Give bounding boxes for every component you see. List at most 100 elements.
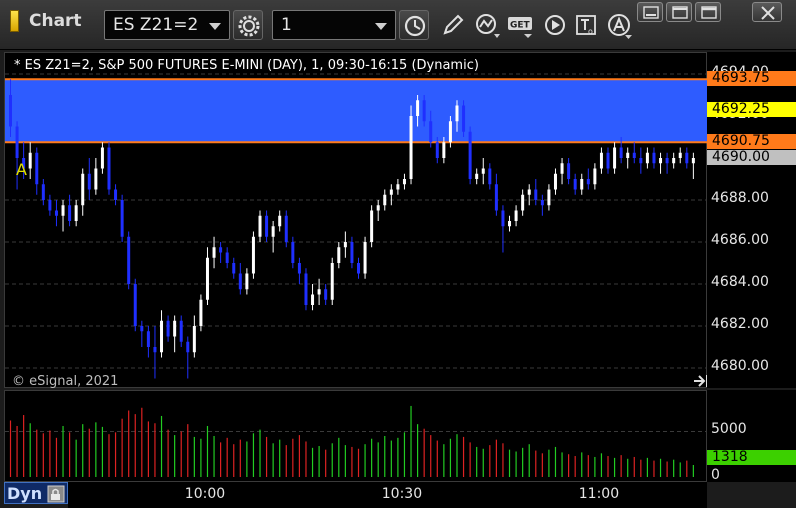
candle-body	[74, 205, 78, 221]
candle	[409, 105, 413, 185]
candle	[81, 168, 85, 216]
chart-header: * ES Z21=2, S&P 500 FUTURES E-MINI (DAY)…	[14, 58, 479, 73]
candle-body	[521, 194, 525, 211]
candle-body	[350, 242, 354, 263]
candle	[258, 210, 262, 242]
symbol-select[interactable]: ES Z21=2	[104, 10, 230, 40]
candle	[580, 173, 584, 195]
candle-body	[639, 158, 643, 164]
draw-tool-button[interactable]	[438, 10, 468, 40]
candle-body	[645, 152, 649, 164]
candle-body	[691, 158, 695, 164]
text-tool-button[interactable]: o	[572, 10, 602, 40]
candle	[521, 189, 525, 216]
candle-body	[514, 210, 518, 221]
restore-icon	[672, 6, 688, 19]
interval-select[interactable]: 1	[272, 10, 396, 40]
candle-body	[343, 242, 347, 248]
candle	[317, 278, 321, 305]
time-template-button[interactable]	[399, 10, 429, 40]
candle	[87, 158, 91, 200]
candle-body	[383, 194, 387, 206]
alert-marker[interactable]: A	[16, 160, 27, 179]
candle-body	[251, 236, 255, 274]
get-icon: GET	[508, 17, 532, 38]
candle-body	[468, 131, 472, 179]
candle	[514, 205, 518, 227]
candle-body	[619, 147, 623, 158]
studies-button[interactable]	[472, 10, 502, 40]
price-pane[interactable]: * ES Z21=2, S&P 500 FUTURES E-MINI (DAY)…	[4, 52, 708, 389]
chevron-down-icon[interactable]	[209, 23, 221, 30]
candle-body	[219, 247, 223, 253]
candle-body	[192, 326, 196, 353]
dynamic-mode-button[interactable]: Dyn	[4, 482, 68, 504]
candle	[146, 326, 150, 358]
candle	[297, 257, 301, 284]
candle-body	[166, 320, 170, 337]
candle	[383, 189, 387, 211]
candle-body	[87, 173, 91, 190]
candle	[626, 147, 630, 169]
candle	[35, 147, 39, 195]
candle-body	[297, 263, 301, 274]
alert-button[interactable]	[604, 10, 634, 40]
candle-body	[416, 100, 420, 116]
candle	[304, 268, 308, 311]
candle	[402, 173, 406, 190]
svg-text:o: o	[588, 27, 593, 36]
candle-body	[573, 179, 577, 190]
restore-button[interactable]	[666, 2, 692, 22]
volume-pane[interactable]	[4, 390, 708, 482]
candle-body	[324, 289, 328, 300]
pencil-draw-icon	[443, 14, 464, 35]
candle-body	[212, 247, 216, 258]
candle-body	[330, 263, 334, 300]
candle-body	[133, 284, 137, 326]
time-axis[interactable]: 10:00 10:30 11:00	[68, 482, 707, 508]
candle	[205, 247, 209, 305]
price-axis[interactable]: 4694.004692.004688.004686.004684.004682.…	[707, 52, 796, 388]
price-tick-label: 4682.00	[711, 316, 769, 332]
get-data-button[interactable]: GET	[506, 10, 536, 40]
candle-body	[41, 184, 45, 200]
settings-button[interactable]	[233, 10, 263, 40]
candle-body	[107, 147, 111, 190]
candle-body	[160, 320, 164, 353]
candle-body	[127, 236, 131, 284]
close-button[interactable]	[752, 2, 782, 22]
volume-tick-label: 0	[711, 467, 720, 483]
volume-last-tag: 1318	[707, 449, 796, 465]
candle-body	[593, 168, 597, 185]
candle-body	[599, 152, 603, 169]
chevron-down-icon[interactable]	[375, 23, 387, 30]
candle-body	[54, 210, 58, 216]
studies-icon	[476, 14, 500, 38]
candle	[363, 236, 367, 279]
candle	[324, 284, 328, 305]
candle	[357, 257, 360, 279]
candle-body	[245, 273, 249, 290]
candle-body	[146, 331, 150, 347]
candle	[527, 184, 531, 206]
play-button[interactable]	[540, 10, 570, 40]
volume-axis[interactable]: 5000 0 1318	[707, 390, 796, 483]
candle-body	[225, 252, 229, 263]
candle-body	[81, 173, 85, 206]
candle	[212, 236, 216, 269]
lock-icon[interactable]	[45, 485, 65, 503]
candle	[107, 142, 111, 195]
candle-body	[685, 152, 689, 164]
minimize-button[interactable]	[637, 2, 663, 22]
window-title: Chart	[29, 11, 82, 31]
candle	[343, 231, 347, 258]
candle-body	[567, 163, 571, 179]
candle	[685, 147, 689, 169]
settings-icon	[238, 15, 260, 37]
candle-body	[659, 158, 663, 164]
candle-body	[442, 142, 446, 158]
candle	[251, 231, 255, 279]
maximize-button[interactable]	[695, 2, 721, 22]
time-tick-label: 10:30	[381, 486, 423, 502]
price-tag: 4690.00	[707, 149, 796, 165]
